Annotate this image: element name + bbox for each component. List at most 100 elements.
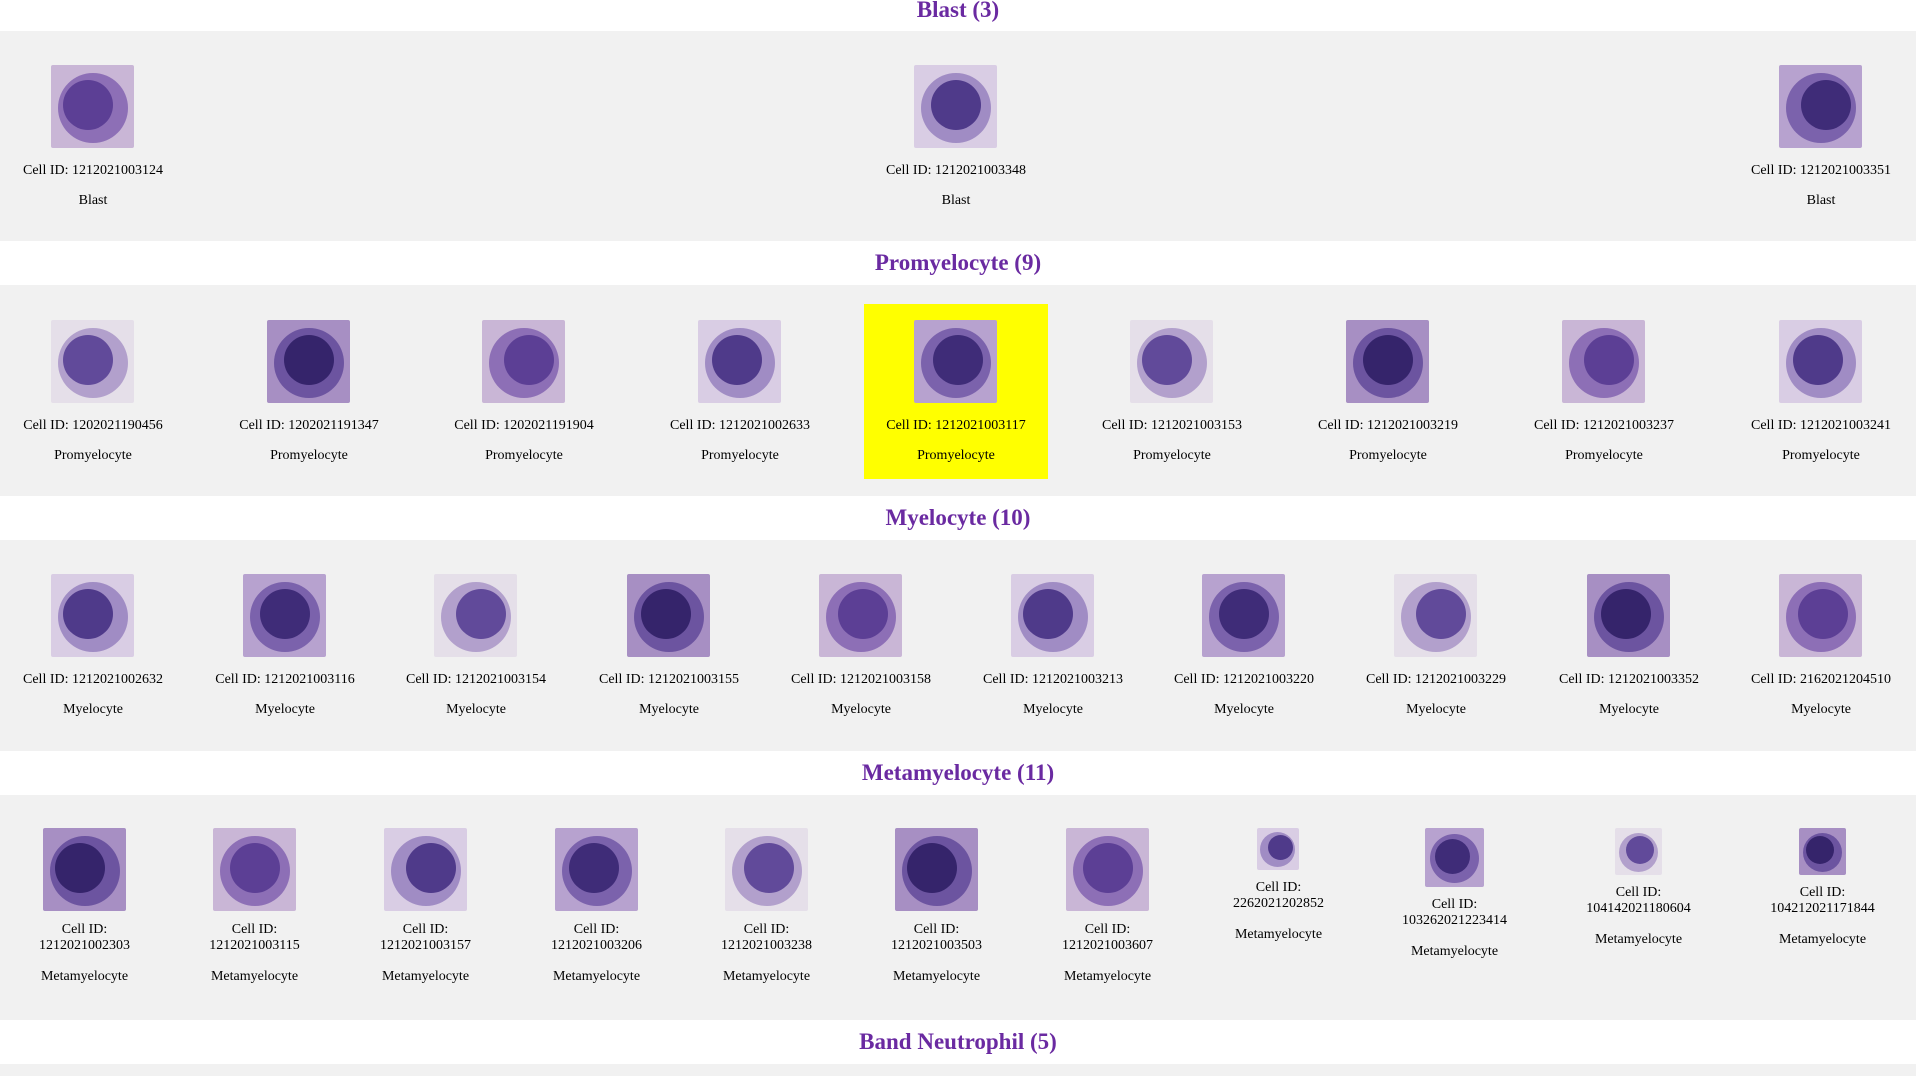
cell-type-label: Promyelocyte xyxy=(1133,448,1211,463)
cell-card[interactable]: Cell ID: 1212021003351 Blast xyxy=(1729,49,1913,224)
cell-image[interactable] xyxy=(1562,320,1645,403)
cell-image[interactable] xyxy=(819,574,902,657)
cell-image[interactable] xyxy=(1011,574,1094,657)
cell-card[interactable]: Cell ID: 1212021003158 Myelocyte xyxy=(769,558,953,733)
cell-card[interactable]: Cell ID: 1212021003219 Promyelocyte xyxy=(1296,304,1480,479)
cell-image[interactable] xyxy=(51,574,134,657)
cell-type-label: Metamyelocyte xyxy=(1778,932,1867,947)
nucleus-shape xyxy=(55,843,105,893)
section-heading-3: Metamyelocyte (11) xyxy=(0,751,1916,795)
cell-image[interactable] xyxy=(1799,828,1846,875)
cell-card[interactable]: Cell ID: 1212021003237 Promyelocyte xyxy=(1512,304,1696,479)
nucleus-shape xyxy=(230,843,280,893)
cell-image[interactable] xyxy=(1779,574,1862,657)
cell-card[interactable]: Cell ID: 1212021003607 Metamyelocyte xyxy=(1024,812,1191,1008)
cell-image[interactable] xyxy=(555,828,638,911)
section-heading-4: Band Neutrophil (5) xyxy=(0,1020,1916,1064)
nucleus-shape xyxy=(1363,335,1413,385)
cell-id-label: Cell ID: 1212021003116 xyxy=(215,672,355,687)
cell-card[interactable]: Cell ID: 1212021003117 Promyelocyte xyxy=(864,304,1048,479)
cell-image[interactable] xyxy=(1130,320,1213,403)
page: Blast (3) Cell ID: 1212021003124 Blast Cell… xyxy=(0,0,1916,1076)
cell-card[interactable]: Cell ID: 1212021003124 Blast xyxy=(1,49,185,224)
cell-type-label: Myelocyte xyxy=(1214,702,1274,717)
cell-card[interactable]: Cell ID: 1212021003157 Metamyelocyte xyxy=(342,812,509,1008)
nucleus-shape xyxy=(1798,589,1848,639)
cell-card[interactable]: Cell ID: 1212021003220 Myelocyte xyxy=(1152,558,1336,733)
nucleus-shape xyxy=(63,80,113,130)
cell-card[interactable]: Cell ID: 1212021003229 Myelocyte xyxy=(1344,558,1528,733)
cell-card[interactable]: Cell ID: 2162021204510 Myelocyte xyxy=(1729,558,1913,733)
nucleus-shape xyxy=(1801,80,1851,130)
cell-card[interactable]: Cell ID: 1212021003213 Myelocyte xyxy=(961,558,1145,733)
cell-card[interactable]: Cell ID: 104142021180604 Metamyelocyte xyxy=(1555,812,1722,1008)
cell-image[interactable] xyxy=(1257,828,1299,870)
cell-image[interactable] xyxy=(384,828,467,911)
cell-card[interactable]: Cell ID: 1212021003241 Promyelocyte xyxy=(1729,304,1913,479)
cell-image[interactable] xyxy=(43,828,126,911)
cell-type-label: Myelocyte xyxy=(255,702,315,717)
cell-image[interactable] xyxy=(1587,574,1670,657)
cell-id-number: 104212021171844 xyxy=(1770,901,1875,916)
cell-image[interactable] xyxy=(267,320,350,403)
nucleus-shape xyxy=(504,335,554,385)
cell-image[interactable] xyxy=(1779,65,1862,148)
cell-id-label: Cell ID: 1212021003219 xyxy=(1318,418,1458,433)
cell-card[interactable]: Cell ID: 1212021003115 Metamyelocyte xyxy=(171,812,338,1008)
cell-image[interactable] xyxy=(1066,828,1149,911)
cell-image[interactable] xyxy=(51,320,134,403)
cell-image[interactable] xyxy=(1779,320,1862,403)
cell-image[interactable] xyxy=(914,320,997,403)
nucleus-shape xyxy=(1219,589,1269,639)
cell-image[interactable] xyxy=(51,65,134,148)
cell-card[interactable]: Cell ID: 103262021223414 Metamyelocyte xyxy=(1371,812,1538,1008)
cell-card[interactable]: Cell ID: 1212021003238 Metamyelocyte xyxy=(683,812,850,1008)
cell-type-label: Promyelocyte xyxy=(1782,448,1860,463)
cell-id-label: Cell ID: 1212021003124 xyxy=(23,163,163,178)
cell-card[interactable]: Cell ID: 1212021002633 Promyelocyte xyxy=(648,304,832,479)
cell-type-label: Metamyelocyte xyxy=(1063,969,1152,984)
cell-image[interactable] xyxy=(1202,574,1285,657)
cell-image[interactable] xyxy=(434,574,517,657)
cell-image[interactable] xyxy=(1615,828,1662,875)
cell-type-label: Promyelocyte xyxy=(701,448,779,463)
cell-type-label: Blast xyxy=(941,193,971,208)
cell-card[interactable]: Cell ID: 1212021003155 Myelocyte xyxy=(577,558,761,733)
cell-card[interactable]: Cell ID: 1202021190456 Promyelocyte xyxy=(1,304,185,479)
cell-card[interactable]: Cell ID: 1212021002303 Metamyelocyte xyxy=(1,812,168,1008)
cell-image[interactable] xyxy=(725,828,808,911)
cell-type-label: Metamyelocyte xyxy=(552,969,641,984)
cell-card[interactable]: Cell ID: 1212021003116 Myelocyte xyxy=(193,558,377,733)
nucleus-shape xyxy=(456,589,506,639)
cell-type-label: Myelocyte xyxy=(639,702,699,717)
cell-card[interactable]: Cell ID: 1202021191904 Promyelocyte xyxy=(432,304,616,479)
cell-image[interactable] xyxy=(1394,574,1477,657)
cell-card[interactable]: Cell ID: 1212021003352 Myelocyte xyxy=(1537,558,1721,733)
cell-image[interactable] xyxy=(482,320,565,403)
cell-type-label: Metamyelocyte xyxy=(40,969,129,984)
cell-type-label: Myelocyte xyxy=(1406,702,1466,717)
cell-card[interactable]: Cell ID: 1212021003153 Promyelocyte xyxy=(1080,304,1264,479)
cell-card[interactable]: Cell ID: 1212021003348 Blast xyxy=(864,49,1048,224)
cell-card[interactable]: Cell ID: 1212021003154 Myelocyte xyxy=(384,558,568,733)
cell-card[interactable]: Cell ID: 1202021191347 Promyelocyte xyxy=(217,304,401,479)
cell-image[interactable] xyxy=(243,574,326,657)
cell-card[interactable]: Cell ID: 104212021171844 Metamyelocyte xyxy=(1739,812,1906,1008)
cell-image[interactable] xyxy=(627,574,710,657)
cell-image[interactable] xyxy=(914,65,997,148)
cell-id-label: Cell ID: 1212021003351 xyxy=(1751,163,1891,178)
cell-id-label: Cell ID: 1202021191904 xyxy=(454,418,594,433)
cell-card[interactable]: Cell ID: 1212021003503 Metamyelocyte xyxy=(853,812,1020,1008)
cell-image[interactable] xyxy=(698,320,781,403)
cell-image[interactable] xyxy=(1346,320,1429,403)
nucleus-shape xyxy=(1793,335,1843,385)
cell-image[interactable] xyxy=(1425,828,1484,887)
cell-type-label: Myelocyte xyxy=(1791,702,1851,717)
cell-card[interactable]: Cell ID: 1212021002632 Myelocyte xyxy=(1,558,185,733)
cell-image[interactable] xyxy=(895,828,978,911)
cell-card[interactable]: Cell ID: 1212021003206 Metamyelocyte xyxy=(513,812,680,1008)
cell-id-label: Cell ID: 1212021003348 xyxy=(886,163,1026,178)
nucleus-shape xyxy=(931,80,981,130)
cell-card[interactable]: Cell ID: 2262021202852 Metamyelocyte xyxy=(1195,812,1362,1008)
cell-image[interactable] xyxy=(213,828,296,911)
